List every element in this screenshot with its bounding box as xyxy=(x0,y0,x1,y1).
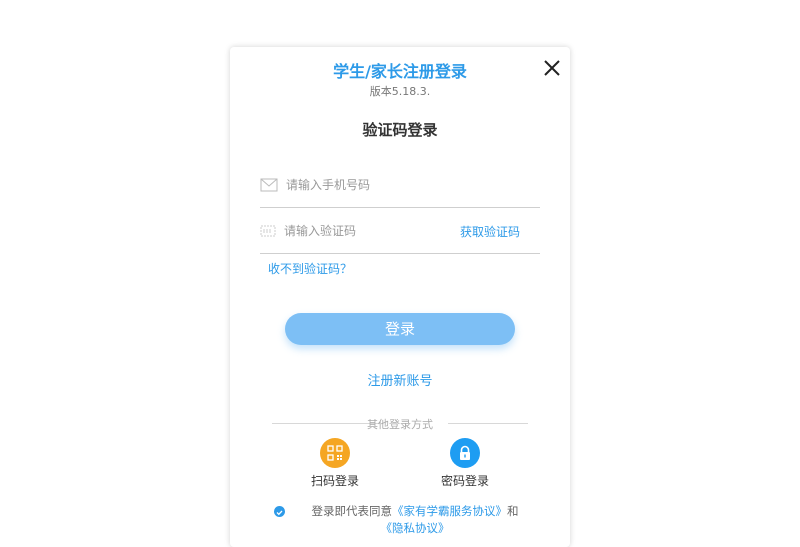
no-code-link[interactable]: 收不到验证码？ xyxy=(268,260,352,277)
password-login-button[interactable]: 密码登录 xyxy=(425,438,505,489)
qr-login-button[interactable]: 扫码登录 xyxy=(295,438,375,489)
login-dialog: 学生/家长注册登录 版本5.18.3. 验证码登录 获取验证码 收不到验证码？ … xyxy=(230,47,570,547)
qr-code-icon[interactable] xyxy=(320,438,350,468)
phone-field xyxy=(260,163,540,208)
dialog-title: 学生/家长注册登录 xyxy=(333,62,467,81)
register-link[interactable]: 注册新账号 xyxy=(230,370,570,389)
agreement-prefix: 登录即代表同意 xyxy=(311,504,393,518)
other-methods-label: 其他登录方式 xyxy=(367,418,433,431)
verification-code-icon xyxy=(260,223,278,237)
password-login-label: 密码登录 xyxy=(440,474,489,488)
code-input[interactable] xyxy=(284,219,454,243)
login-button[interactable]: 登录 xyxy=(285,313,515,345)
agree-checkbox[interactable] xyxy=(274,506,285,517)
code-field: 获取验证码 xyxy=(260,209,540,254)
lock-icon[interactable] xyxy=(450,438,480,468)
get-code-button[interactable]: 获取验证码 xyxy=(460,223,520,240)
service-agreement-link[interactable]: 《家有学霸服务协议》 xyxy=(392,504,507,518)
envelope-icon xyxy=(260,177,278,192)
login-heading: 验证码登录 xyxy=(362,121,438,139)
qr-login-label: 扫码登录 xyxy=(310,474,359,488)
agreement-and: 和 xyxy=(507,504,519,518)
phone-input[interactable] xyxy=(286,173,456,197)
version-label: 版本5.18.3. xyxy=(369,85,431,98)
close-icon[interactable] xyxy=(542,58,562,78)
